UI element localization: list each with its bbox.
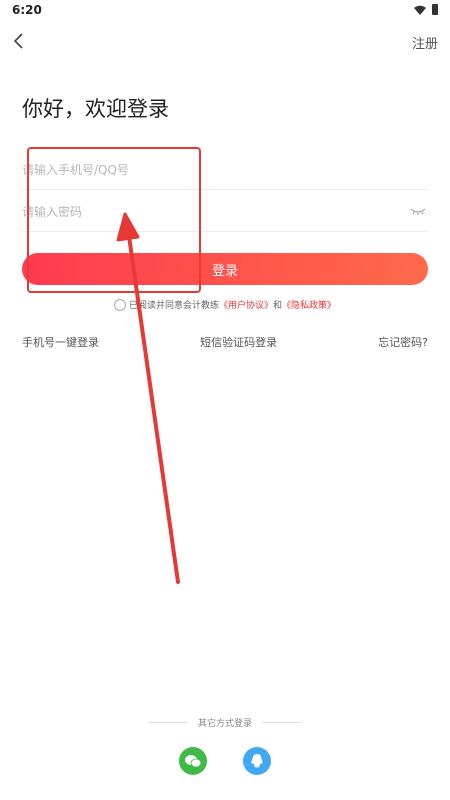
qq-login-button[interactable]: [243, 747, 271, 775]
page-title: 你好，欢迎登录: [22, 97, 169, 121]
social-login-row: [0, 747, 450, 775]
forgot-password-link[interactable]: 忘记密码?: [378, 334, 428, 350]
wechat-icon: [185, 755, 202, 768]
sms-login-link[interactable]: 短信验证码登录: [200, 334, 277, 350]
status-bar: 6:20: [0, 0, 450, 22]
alt-login-row: 手机号一键登录 短信验证码登录 忘记密码?: [22, 334, 428, 350]
agreement-conjunction: 和: [273, 301, 283, 311]
nav-bar: 注册: [0, 28, 450, 56]
eye-closed-icon[interactable]: [410, 205, 426, 217]
agreement-text: 已阅读并同意会计教练: [128, 301, 219, 311]
other-login-title: 其它方式登录: [197, 719, 252, 729]
divider: [147, 722, 188, 723]
divider: [262, 722, 302, 723]
battery-icon: [432, 4, 438, 15]
qq-icon: [251, 754, 263, 768]
status-time: 6:20: [12, 3, 42, 17]
agreement-checkbox[interactable]: [113, 298, 126, 311]
register-link[interactable]: 注册: [412, 33, 438, 52]
wifi-icon: [414, 5, 426, 15]
annotation-highlight-box: [27, 147, 201, 293]
other-login-header: 其它方式登录: [0, 716, 450, 729]
wechat-login-button[interactable]: [179, 747, 207, 775]
user-agreement-link[interactable]: 《用户协议》: [219, 298, 273, 311]
agreement-row: 已阅读并同意会计教练 《用户协议》 和 《隐私政策》: [0, 298, 450, 311]
status-icons: [414, 4, 438, 15]
one-click-login-link[interactable]: 手机号一键登录: [22, 334, 99, 350]
privacy-policy-link[interactable]: 《隐私政策》: [282, 298, 336, 311]
back-icon[interactable]: [8, 30, 30, 52]
